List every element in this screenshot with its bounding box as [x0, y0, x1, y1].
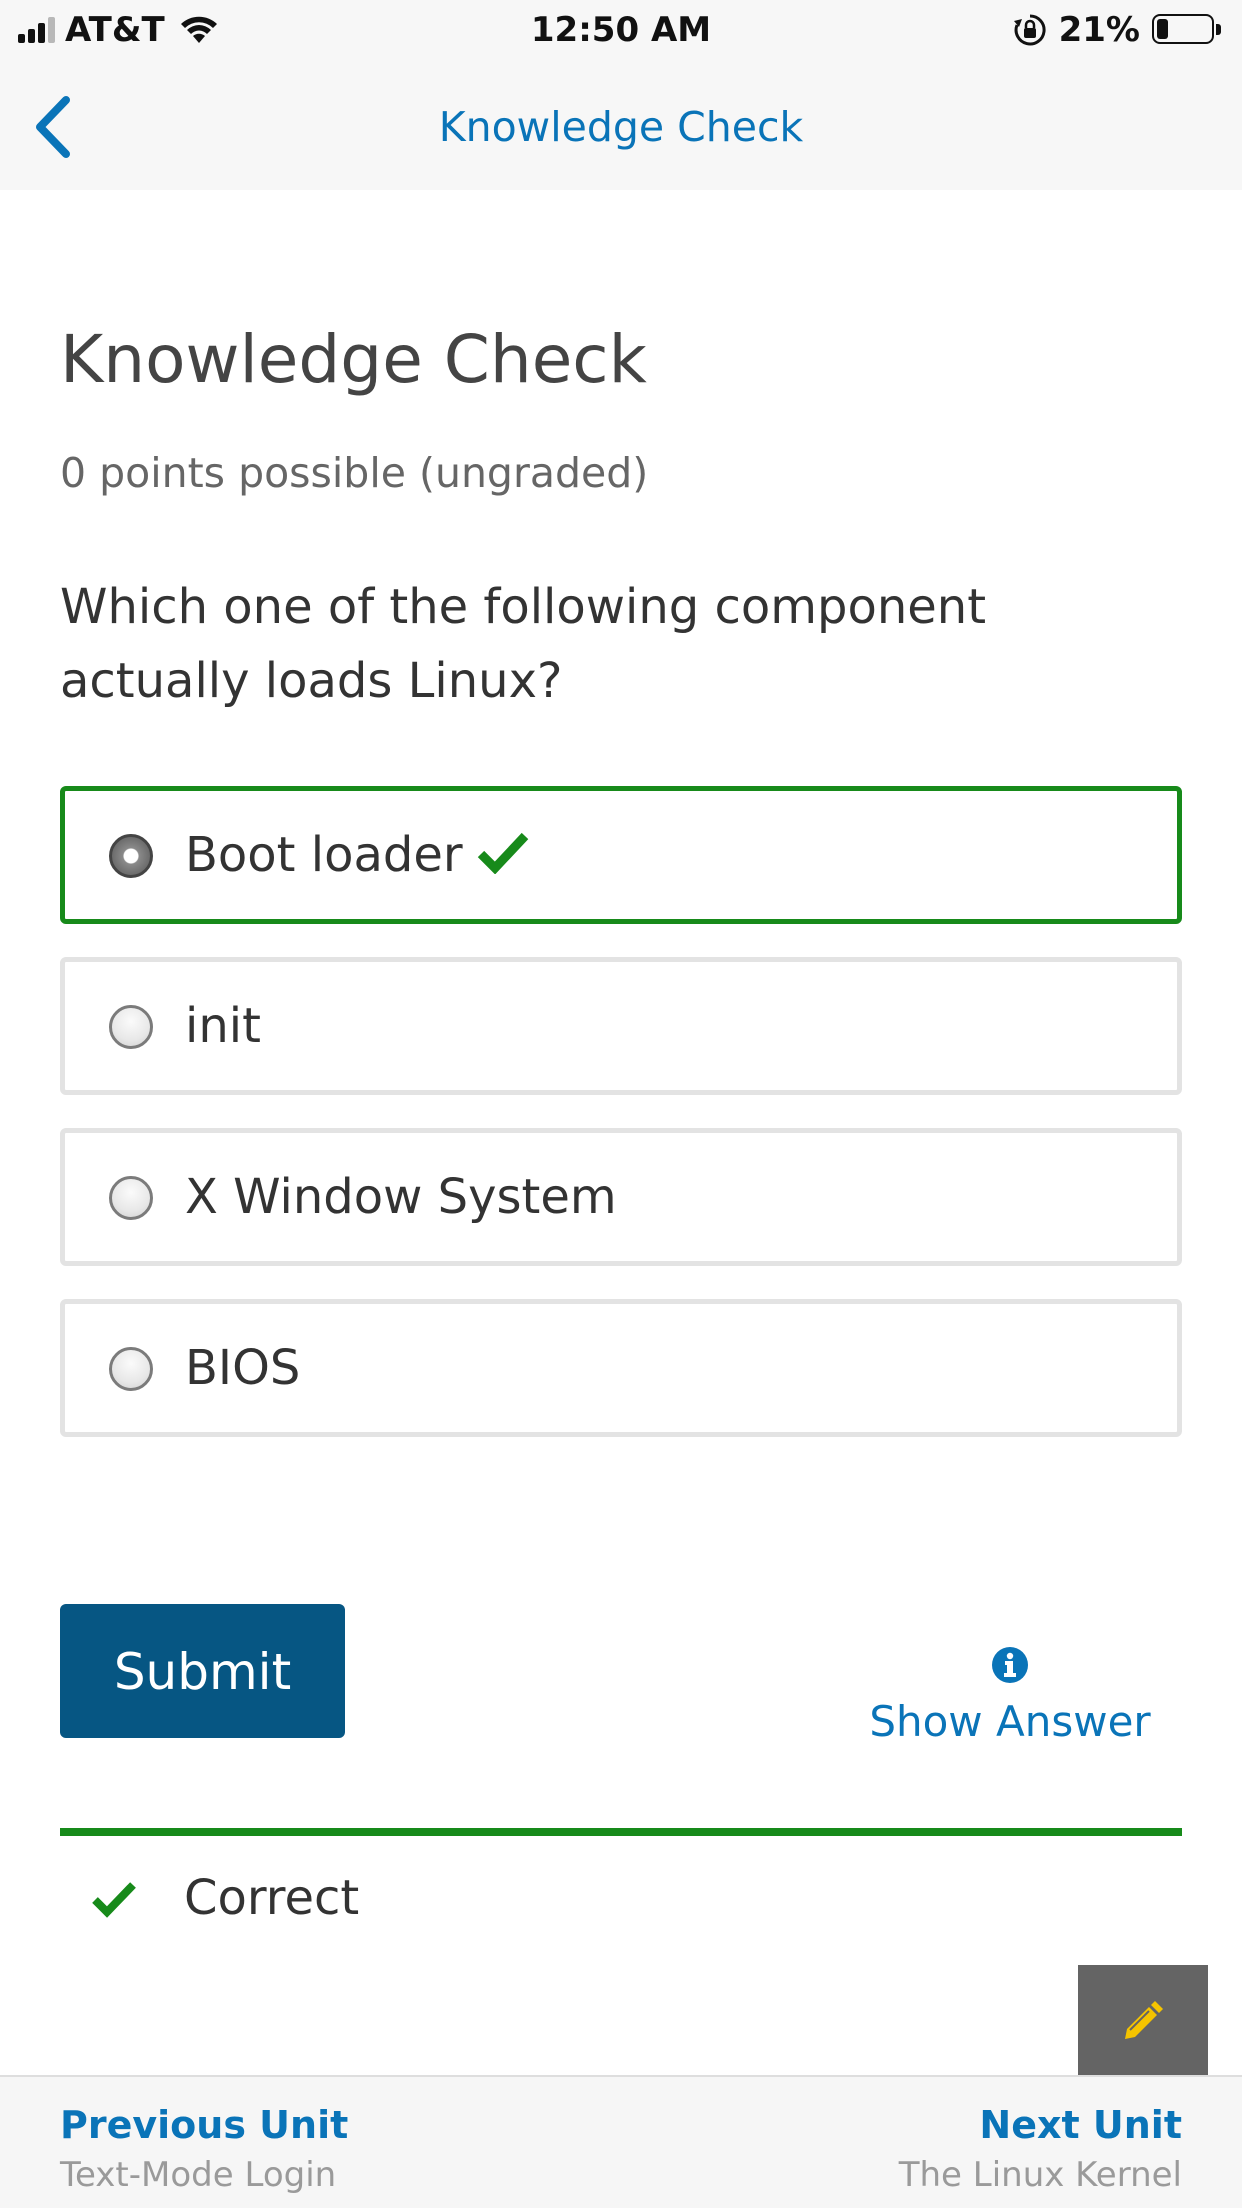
next-unit-label: Next Unit	[979, 2103, 1182, 2147]
question-text: Which one of the following component act…	[60, 579, 987, 709]
points-possible: 0 points possible (ungraded)	[60, 449, 649, 497]
option-label: Boot loader	[185, 827, 463, 883]
battery-icon	[1152, 14, 1222, 46]
feedback-message: Correct	[184, 1870, 360, 1926]
previous-unit-link[interactable]: Previous Unit Text-Mode Login	[60, 2099, 348, 2199]
show-answer-button[interactable]: Show Answer	[850, 1646, 1170, 1752]
option-label: X Window System	[185, 1169, 617, 1225]
rotation-lock-icon	[1013, 14, 1046, 46]
radio-button[interactable]	[109, 1176, 153, 1220]
submit-button[interactable]: Submit	[60, 1604, 345, 1738]
nav-title: Knowledge Check	[438, 103, 804, 151]
page-title: Knowledge Check	[60, 321, 647, 398]
answer-option-boot-loader[interactable]: Boot loader	[60, 786, 1182, 924]
previous-unit-label: Previous Unit	[60, 2103, 349, 2147]
option-label: BIOS	[185, 1340, 301, 1396]
edit-button[interactable]	[1078, 1965, 1208, 2077]
answer-option-init[interactable]: init	[60, 957, 1182, 1095]
correct-check-icon	[92, 1882, 136, 1918]
option-label: init	[185, 998, 261, 1054]
status-right: 21%	[1013, 10, 1222, 50]
answer-option-bios[interactable]: BIOS	[60, 1299, 1182, 1437]
correct-check-icon	[477, 832, 528, 874]
feedback-divider	[60, 1828, 1182, 1836]
pencil-icon	[1125, 2001, 1163, 2039]
nav-bar: Knowledge Check	[0, 62, 1242, 190]
info-icon	[992, 1647, 1028, 1683]
previous-unit-title: Text-Mode Login	[60, 2155, 337, 2195]
show-answer-label: Show Answer	[869, 1697, 1151, 1746]
next-unit-link[interactable]: Next Unit The Linux Kernel	[899, 2099, 1182, 2199]
next-unit-title: The Linux Kernel	[898, 2155, 1182, 2195]
answer-option-x-window-system[interactable]: X Window System	[60, 1128, 1182, 1266]
radio-button[interactable]	[109, 1005, 153, 1049]
unit-navigation: Previous Unit Text-Mode Login Next Unit …	[0, 2075, 1242, 2208]
status-bar: AT&T 12:50 AM 21%	[0, 0, 1242, 62]
radio-button[interactable]	[109, 1347, 153, 1391]
radio-button-selected[interactable]	[109, 834, 153, 878]
battery-percent: 21%	[1058, 10, 1140, 50]
